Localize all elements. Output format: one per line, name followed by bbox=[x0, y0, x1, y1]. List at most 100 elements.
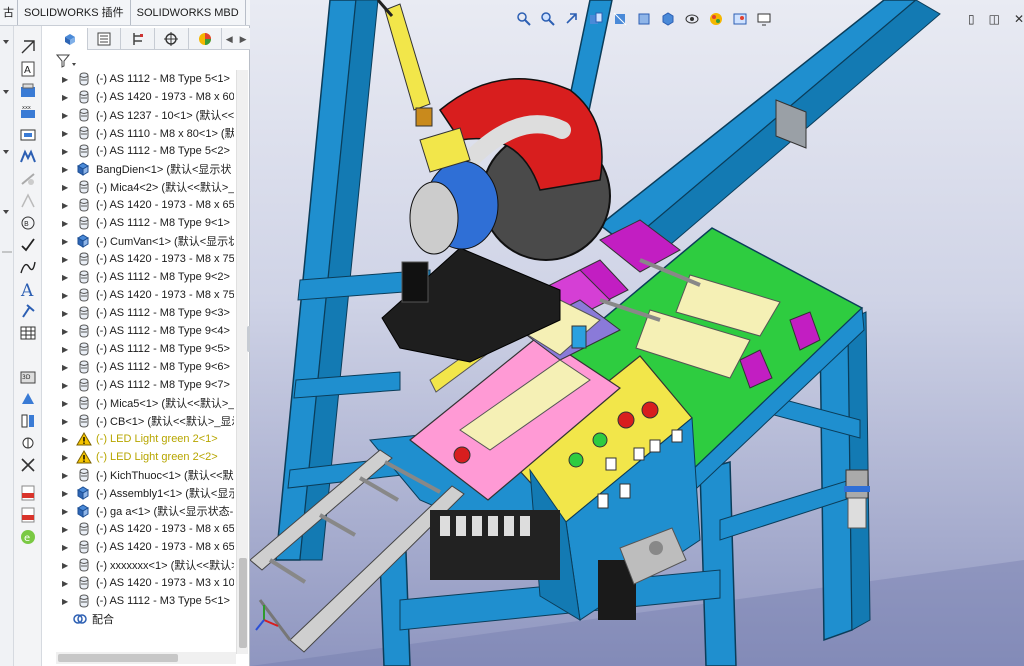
tree-item-mates[interactable]: 配合 bbox=[56, 610, 234, 628]
tabs-scroll-right-icon[interactable]: ▶ bbox=[236, 28, 250, 50]
tree-item[interactable]: ▶ (-) LED Light green 2<2> bbox=[56, 448, 234, 466]
window-restore-icon[interactable]: ▯ bbox=[968, 12, 975, 26]
scrollbar-thumb[interactable] bbox=[58, 654, 178, 662]
datum-icon[interactable]: xxx bbox=[19, 104, 37, 122]
tab-configuration-manager[interactable] bbox=[121, 28, 155, 50]
previous-view-button[interactable] bbox=[563, 10, 581, 28]
tree-item[interactable]: ▶ (-) AS 1420 - 1973 - M8 x 65< bbox=[56, 196, 234, 214]
geometric-tolerance-icon[interactable] bbox=[19, 192, 37, 210]
tree-item[interactable]: ▶ (-) AS 1420 - 1973 - M8 x 75< bbox=[56, 286, 234, 304]
expand-arrow-icon[interactable]: ▶ bbox=[62, 237, 72, 246]
view-3d-icon[interactable]: 3D bbox=[19, 368, 37, 386]
tree-item[interactable]: ▶ (-) AS 1420 - 1973 - M8 x 60< bbox=[56, 88, 234, 106]
model-viewport[interactable] bbox=[250, 0, 1024, 666]
tree-item[interactable]: ▶ (-) AS 1112 - M8 Type 9<2> bbox=[56, 268, 234, 286]
dynamic-annotation-button[interactable] bbox=[611, 10, 629, 28]
edit-appearance-button[interactable] bbox=[707, 10, 725, 28]
expand-arrow-icon[interactable]: ▶ bbox=[62, 75, 72, 84]
tree-item[interactable]: ▶ (-) AS 1112 - M8 Type 9<6> bbox=[56, 358, 234, 376]
pdf-export-icon[interactable] bbox=[19, 484, 37, 502]
tree-item[interactable]: ▶ (-) ga a<1> (默认<显示状态-1> bbox=[56, 502, 234, 520]
expand-arrow-icon[interactable]: ▶ bbox=[62, 111, 72, 120]
tree-item[interactable]: ▶ (-) AS 1112 - M8 Type 9<7> bbox=[56, 376, 234, 394]
hide-show-button[interactable] bbox=[683, 10, 701, 28]
command-tab[interactable]: 古 bbox=[0, 0, 18, 25]
tab-display-manager[interactable] bbox=[189, 28, 223, 50]
tree-item[interactable]: ▶ (-) AS 1420 - 1973 - M8 x 75< bbox=[56, 250, 234, 268]
filter-icon[interactable] bbox=[55, 54, 78, 68]
tree-item[interactable]: ▶ (-) AS 1112 - M3 Type 5<1> bbox=[56, 592, 234, 610]
expand-arrow-icon[interactable]: ▶ bbox=[62, 273, 72, 282]
expand-arrow-icon[interactable]: ▶ bbox=[62, 129, 72, 138]
display-style-button[interactable] bbox=[659, 10, 677, 28]
expand-arrow-icon[interactable]: ▶ bbox=[62, 399, 72, 408]
tab-property-manager[interactable] bbox=[88, 28, 122, 50]
tree-item[interactable]: ▶ (-) KichThuoc<1> (默认<<默认 bbox=[56, 466, 234, 484]
expand-arrow-icon[interactable]: ▶ bbox=[62, 201, 72, 210]
expand-arrow-icon[interactable]: ▶ bbox=[62, 489, 72, 498]
apply-scene-button[interactable] bbox=[731, 10, 749, 28]
weld-icon[interactable] bbox=[19, 170, 37, 188]
tabs-scroll-left-icon[interactable]: ◀ bbox=[222, 28, 236, 50]
tree-item[interactable]: ▶ (-) AS 1420 - 1973 - M8 x 65_2 bbox=[56, 520, 234, 538]
tree-item[interactable]: ▶ (-) AS 1420 - 1973 - M8 x 65_2 bbox=[56, 538, 234, 556]
tools-icon[interactable] bbox=[19, 456, 37, 474]
tree-item[interactable]: ▶ (-) AS 1420 - 1973 - M3 x 10_2 bbox=[56, 574, 234, 592]
note-icon[interactable]: A bbox=[19, 60, 37, 78]
expand-arrow-icon[interactable]: ▶ bbox=[62, 543, 72, 552]
format-painter-icon[interactable] bbox=[19, 302, 37, 320]
expand-arrow-icon[interactable]: ▶ bbox=[62, 381, 72, 390]
expand-arrow-icon[interactable]: ▶ bbox=[62, 471, 72, 480]
tree-item[interactable]: ▶ (-) AS 1112 - M8 Type 5<1> bbox=[56, 70, 234, 88]
scrollbar-thumb[interactable] bbox=[239, 558, 247, 648]
graphics-area[interactable]: ▯ ◫ ✕ bbox=[250, 0, 1024, 666]
tree-item[interactable]: ▶ BangDien<1> (默认<显示状 bbox=[56, 160, 234, 178]
window-close-icon[interactable]: ✕ bbox=[1014, 12, 1024, 26]
hole-callout-icon[interactable] bbox=[19, 126, 37, 144]
tree-item[interactable]: ▶ (-) Mica4<2> (默认<<默认>_显 bbox=[56, 178, 234, 196]
tree-item[interactable]: ▶ (-) Assembly1<1> (默认<显示状 bbox=[56, 484, 234, 502]
section-view-icon[interactable] bbox=[19, 412, 37, 430]
surface-finish-icon[interactable] bbox=[19, 148, 37, 166]
command-tab[interactable]: SOLIDWORKS MBD bbox=[130, 0, 246, 25]
centerline-icon[interactable] bbox=[19, 258, 37, 276]
tree-filter[interactable] bbox=[55, 54, 250, 70]
tree-item[interactable]: ▶ (-) xxxxxxx<1> (默认<<默认>_ bbox=[56, 556, 234, 574]
model-items-icon[interactable] bbox=[19, 390, 37, 408]
tree-item[interactable]: ▶ (-) AS 1112 - M8 Type 9<3> bbox=[56, 304, 234, 322]
expand-arrow-icon[interactable]: ▶ bbox=[62, 597, 72, 606]
text-icon[interactable]: A bbox=[19, 280, 37, 298]
view-settings-button[interactable] bbox=[755, 10, 773, 28]
edrawings-icon[interactable]: e bbox=[19, 528, 37, 546]
tree-item[interactable]: ▶ (-) CumVan<1> (默认<显示状态 bbox=[56, 232, 234, 250]
window-tile-icon[interactable]: ◫ bbox=[989, 12, 1000, 26]
datum-target-icon[interactable]: B bbox=[19, 214, 37, 232]
tab-feature-tree[interactable] bbox=[54, 28, 88, 50]
tree-horizontal-scrollbar[interactable] bbox=[56, 652, 236, 664]
tree-item[interactable]: ▶ (-) AS 1237 - 10<1> (默认<<默 bbox=[56, 106, 234, 124]
view-orientation-button[interactable] bbox=[635, 10, 653, 28]
expand-arrow-icon[interactable]: ▶ bbox=[62, 219, 72, 228]
expand-arrow-icon[interactable]: ▶ bbox=[62, 435, 72, 444]
balloon-icon[interactable] bbox=[19, 82, 37, 100]
tree-item[interactable]: ▶ (-) CB<1> (默认<<默认>_显示 bbox=[56, 412, 234, 430]
tree-item[interactable]: ▶ (-) Mica5<1> (默认<<默认>_显 bbox=[56, 394, 234, 412]
expand-arrow-icon[interactable]: ▶ bbox=[62, 561, 72, 570]
expand-arrow-icon[interactable]: ▶ bbox=[62, 453, 72, 462]
expand-arrow-icon[interactable]: ▶ bbox=[62, 363, 72, 372]
expand-arrow-icon[interactable]: ▶ bbox=[62, 345, 72, 354]
zoom-to-fit-button[interactable] bbox=[515, 10, 533, 28]
annotation-view-icon[interactable] bbox=[19, 434, 37, 452]
smart-dimension-icon[interactable] bbox=[19, 38, 37, 56]
tree-item[interactable]: ▶ (-) AS 1110 - M8 x 80<1> (默认 bbox=[56, 124, 234, 142]
expand-arrow-icon[interactable]: ▶ bbox=[62, 291, 72, 300]
expand-arrow-icon[interactable]: ▶ bbox=[62, 525, 72, 534]
expand-arrow-icon[interactable]: ▶ bbox=[62, 417, 72, 426]
expand-arrow-icon[interactable]: ▶ bbox=[62, 255, 72, 264]
expand-arrow-icon[interactable]: ▶ bbox=[62, 309, 72, 318]
expand-arrow-icon[interactable]: ▶ bbox=[62, 165, 72, 174]
expand-arrow-icon[interactable]: ▶ bbox=[62, 147, 72, 156]
tree-item[interactable]: ▶ (-) AS 1112 - M8 Type 9<1> bbox=[56, 214, 234, 232]
expand-arrow-icon[interactable]: ▶ bbox=[62, 327, 72, 336]
tree-item[interactable]: ▶ (-) LED Light green 2<1> bbox=[56, 430, 234, 448]
